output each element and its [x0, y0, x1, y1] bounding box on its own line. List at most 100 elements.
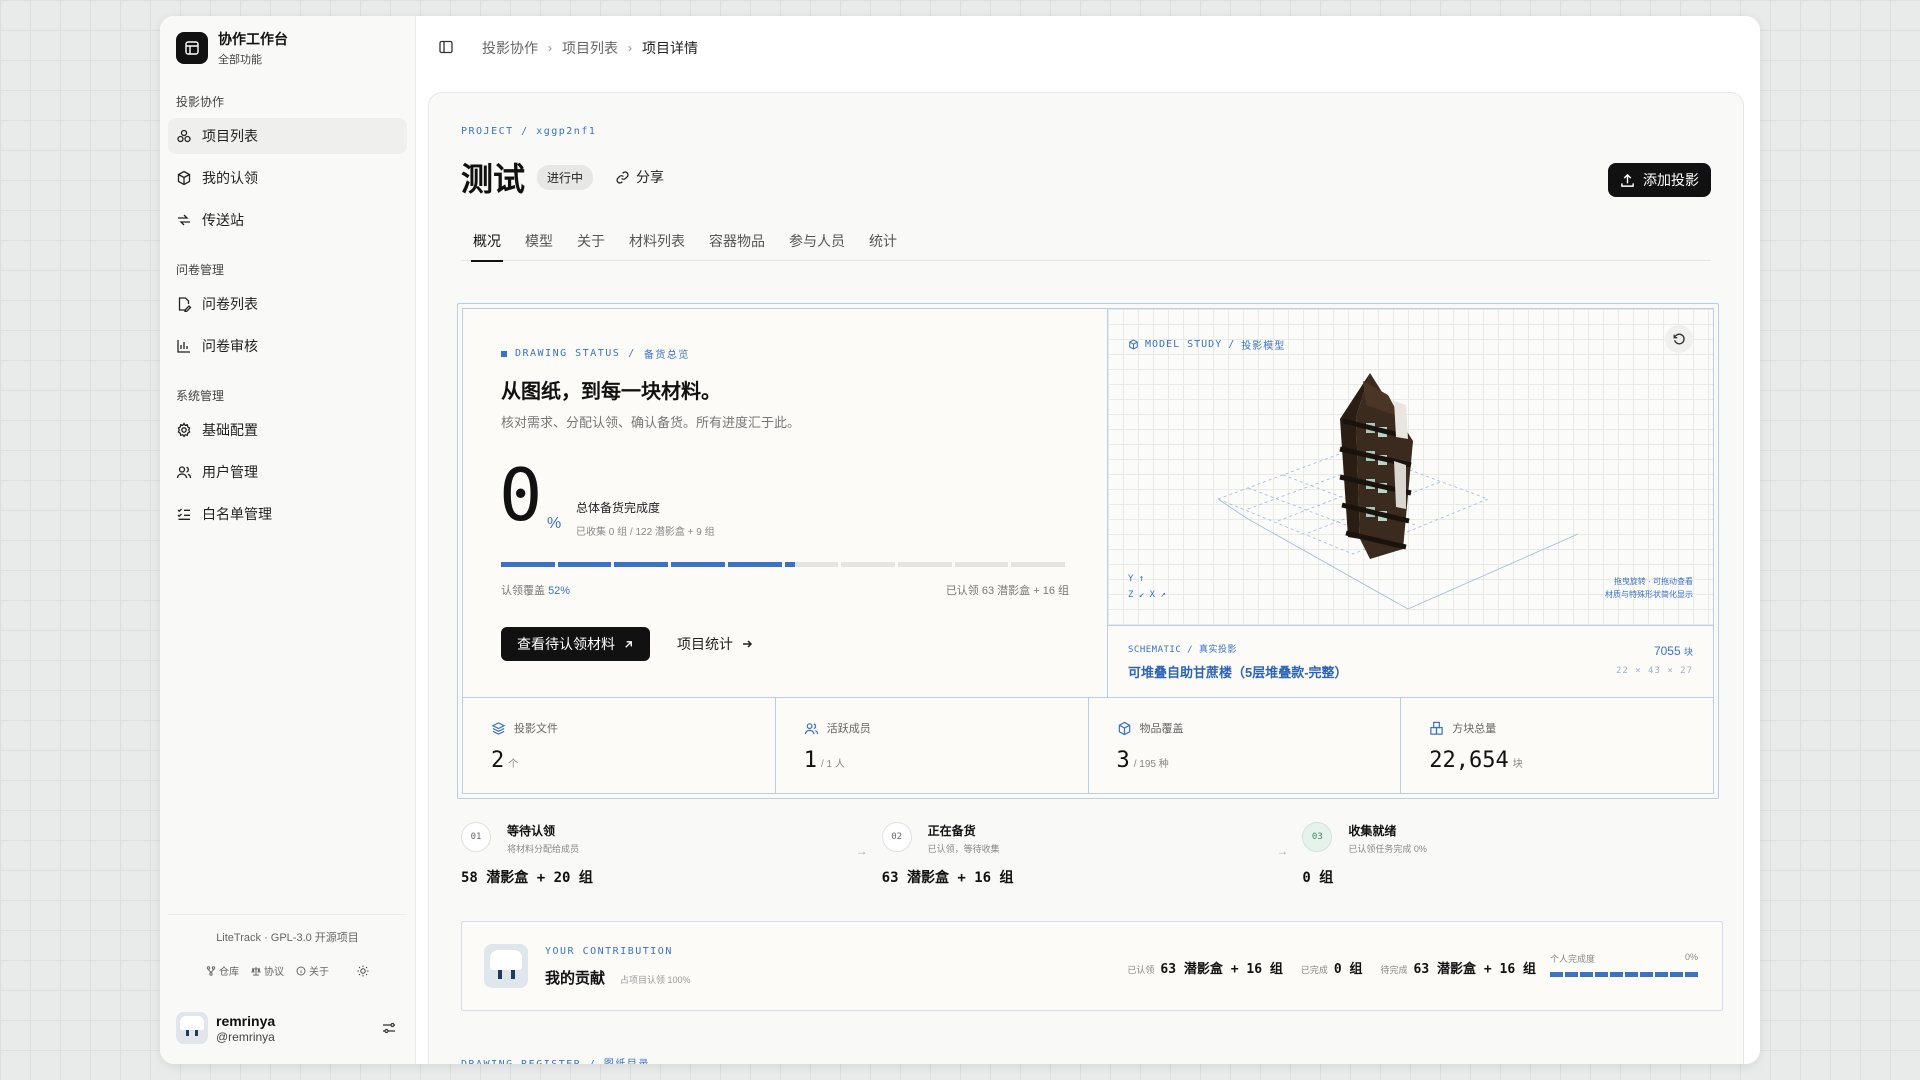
project-code: PROJECT / xggp2nf1: [461, 126, 597, 137]
stats-row: 投影文件 2个 活跃成员 1/ 1 人 物品覆盖 3 / 195 种 方块总量 …: [463, 697, 1713, 793]
brand-title: 协作工作台: [218, 31, 288, 47]
tab-model[interactable]: 模型: [513, 223, 565, 260]
sidebar-item-survey-list[interactable]: 问卷列表: [168, 286, 407, 322]
progress-segment: [954, 562, 1009, 567]
pipeline-step-preparing[interactable]: 02 正在备货 已认领，等待收集 63 潜影盒 + 16 组 →: [881, 822, 1303, 902]
step-subtitle: 已认领任务完成 0%: [1348, 844, 1427, 854]
claimed-value: 63 潜影盒 + 16 组: [1160, 962, 1283, 977]
project-stats-link[interactable]: 项目统计: [677, 627, 753, 661]
user-profile[interactable]: remrinya @remrinya: [168, 1012, 407, 1044]
user-settings-button[interactable]: [379, 1018, 399, 1038]
tower-model: [1339, 373, 1413, 559]
breadcrumb-projection[interactable]: 投影协作: [482, 38, 538, 58]
drawing-status-label-b: 备货总览: [643, 350, 690, 361]
users-icon: [176, 466, 192, 479]
stat-projection-files: 投影文件 2个: [463, 698, 776, 793]
personal-progress-label: 个人完成度: [1550, 954, 1596, 964]
step-subtitle: 将材料分配给成员: [507, 844, 580, 854]
schematic-name[interactable]: 可堆叠自助甘蔗楼（5层堆叠款-完整）: [1128, 662, 1348, 681]
tab-about[interactable]: 关于: [565, 223, 617, 260]
section-label-survey: 问卷管理: [176, 263, 225, 277]
sidebar-item-label: 我的认领: [202, 170, 258, 186]
schematic-info[interactable]: SCHEMATIC / 真实投影 可堆叠自助甘蔗楼（5层堆叠款-完整） 7055…: [1108, 626, 1713, 697]
sun-icon: [357, 965, 369, 976]
step-title: 收集就绪: [1348, 824, 1397, 838]
claimed-label: 已认领: [1127, 965, 1155, 975]
tab-participants[interactable]: 参与人员: [777, 223, 857, 260]
git-fork-icon: [206, 965, 216, 976]
sidebar: 协作工作台 全部功能 投影协作 项目列表 我的认领 传送站 问卷管理 问卷列表 …: [160, 16, 416, 1064]
tab-overview[interactable]: 概况: [461, 223, 513, 262]
repo-link-label: 仓库: [219, 967, 239, 978]
user-handle: @remrinya: [216, 1029, 275, 1044]
theme-toggle[interactable]: [357, 965, 369, 977]
coverage-label: 认领覆盖: [501, 585, 545, 597]
progress-title: 总体备货完成度: [576, 501, 661, 515]
reset-view-button[interactable]: [1665, 325, 1693, 353]
transfer-icon: [178, 214, 190, 226]
stat-label: 物品覆盖: [1139, 723, 1184, 735]
view-pending-materials-button[interactable]: 查看待认领材料: [501, 627, 650, 661]
stat-block-total: 方块总量 22,654 块: [1401, 698, 1713, 793]
sidebar-item-teleport[interactable]: 传送站: [168, 202, 407, 238]
add-projection-label: 添加投影: [1643, 172, 1699, 188]
pipeline-step-ready[interactable]: 03 收集就绪 已认领任务完成 0% 0 组: [1302, 822, 1723, 902]
repo-link[interactable]: 仓库: [206, 963, 239, 978]
sidebar-item-survey-review[interactable]: 问卷审核: [168, 328, 407, 364]
sidebar-item-user-management[interactable]: 用户管理: [168, 454, 407, 490]
upload-icon: [1621, 173, 1634, 187]
sidebar-item-project-list[interactable]: 项目列表: [168, 118, 407, 154]
pending-label: 待完成: [1380, 965, 1408, 975]
license-link[interactable]: 协议: [251, 963, 284, 978]
breadcrumb-project-list[interactable]: 项目列表: [562, 38, 618, 58]
view-pending-label: 查看待认领材料: [517, 636, 615, 652]
tab-container-items[interactable]: 容器物品: [697, 223, 777, 260]
stat-unit: / 195 种: [1133, 759, 1169, 770]
stat-item-coverage: 物品覆盖 3/ 195 种: [1089, 698, 1402, 793]
license-link-label: 协议: [264, 967, 284, 978]
personal-progress-bar: [1550, 972, 1698, 977]
stat-value: 2: [491, 748, 505, 773]
sidebar-item-label: 问卷列表: [202, 296, 258, 312]
cluster-icon: [177, 129, 191, 143]
project-stats-label: 项目统计: [677, 636, 733, 652]
drawing-status-label: DRAWING STATUS / 备货总览: [501, 346, 690, 361]
step-value: 63 潜影盒 + 16 组: [881, 870, 1014, 886]
progress-segment: [784, 562, 839, 567]
progress-subtitle: 已收集 0 组 / 122 潜影盒 + 9 组: [576, 527, 715, 538]
schematic-block-count: 7055 块: [1654, 644, 1693, 658]
arrow-right-icon: [743, 640, 753, 648]
stat-value: 1: [803, 748, 817, 773]
personal-progress-value: 0%: [1684, 952, 1698, 962]
tab-statistics[interactable]: 统计: [857, 223, 909, 260]
drawing-status-label-a: DRAWING STATUS: [515, 348, 621, 359]
share-button[interactable]: 分享: [615, 167, 664, 187]
drawing-status-block: DRAWING STATUS / 备货总览 从图纸，到每一块材料。 核对需求、分…: [463, 309, 1108, 697]
model-viewer[interactable]: MODEL STUDY / 投影模型 Y ↑ Z ↙ X ↗ 拖曳旋转 · 可拖…: [1108, 309, 1713, 626]
arrow-right-icon: →: [1276, 844, 1289, 858]
section-label-projection: 投影协作: [176, 95, 225, 109]
pipeline-step-pending[interactable]: 01 等待认领 将材料分配给成员 58 潜影盒 + 20 组 →: [461, 822, 882, 902]
label-divider: /: [628, 348, 636, 359]
tab-materials[interactable]: 材料列表: [617, 223, 697, 260]
sidebar-footer: LiteTrack · GPL-3.0 开源项目 仓库 协议 关于: [168, 914, 407, 978]
avatar: [484, 944, 528, 988]
sidebar-item-whitelist[interactable]: 白名单管理: [168, 496, 407, 532]
contribution-stats: 已认领 63 潜影盒 + 16 组 已完成 0 组 待完成 63 潜影盒 + 16 组: [1127, 958, 1536, 977]
sidebar-item-my-claims[interactable]: 我的认领: [168, 160, 407, 196]
done-label: 已完成: [1300, 965, 1328, 975]
drawing-register-label: DRAWING REGISTER / 图纸目录: [461, 1055, 650, 1064]
contribution-code: YOUR CONTRIBUTION: [545, 946, 673, 957]
sidebar-toggle-button[interactable]: [438, 39, 456, 57]
add-projection-button[interactable]: 添加投影: [1608, 163, 1711, 197]
sidebar-item-base-config[interactable]: 基础配置: [168, 412, 407, 448]
workspace-icon: [176, 32, 208, 64]
brand[interactable]: 协作工作台 全部功能: [168, 16, 407, 80]
about-link[interactable]: 关于: [296, 963, 329, 978]
coverage-progress-bar: [501, 562, 1066, 567]
model-render: [1216, 373, 1579, 610]
overview-card: DRAWING STATUS / 备货总览 从图纸，到每一块材料。 核对需求、分…: [457, 303, 1719, 799]
sidebar-item-label: 基础配置: [202, 422, 258, 438]
users-icon: [804, 722, 818, 734]
personal-progress: 个人完成度 0%: [1550, 952, 1698, 977]
